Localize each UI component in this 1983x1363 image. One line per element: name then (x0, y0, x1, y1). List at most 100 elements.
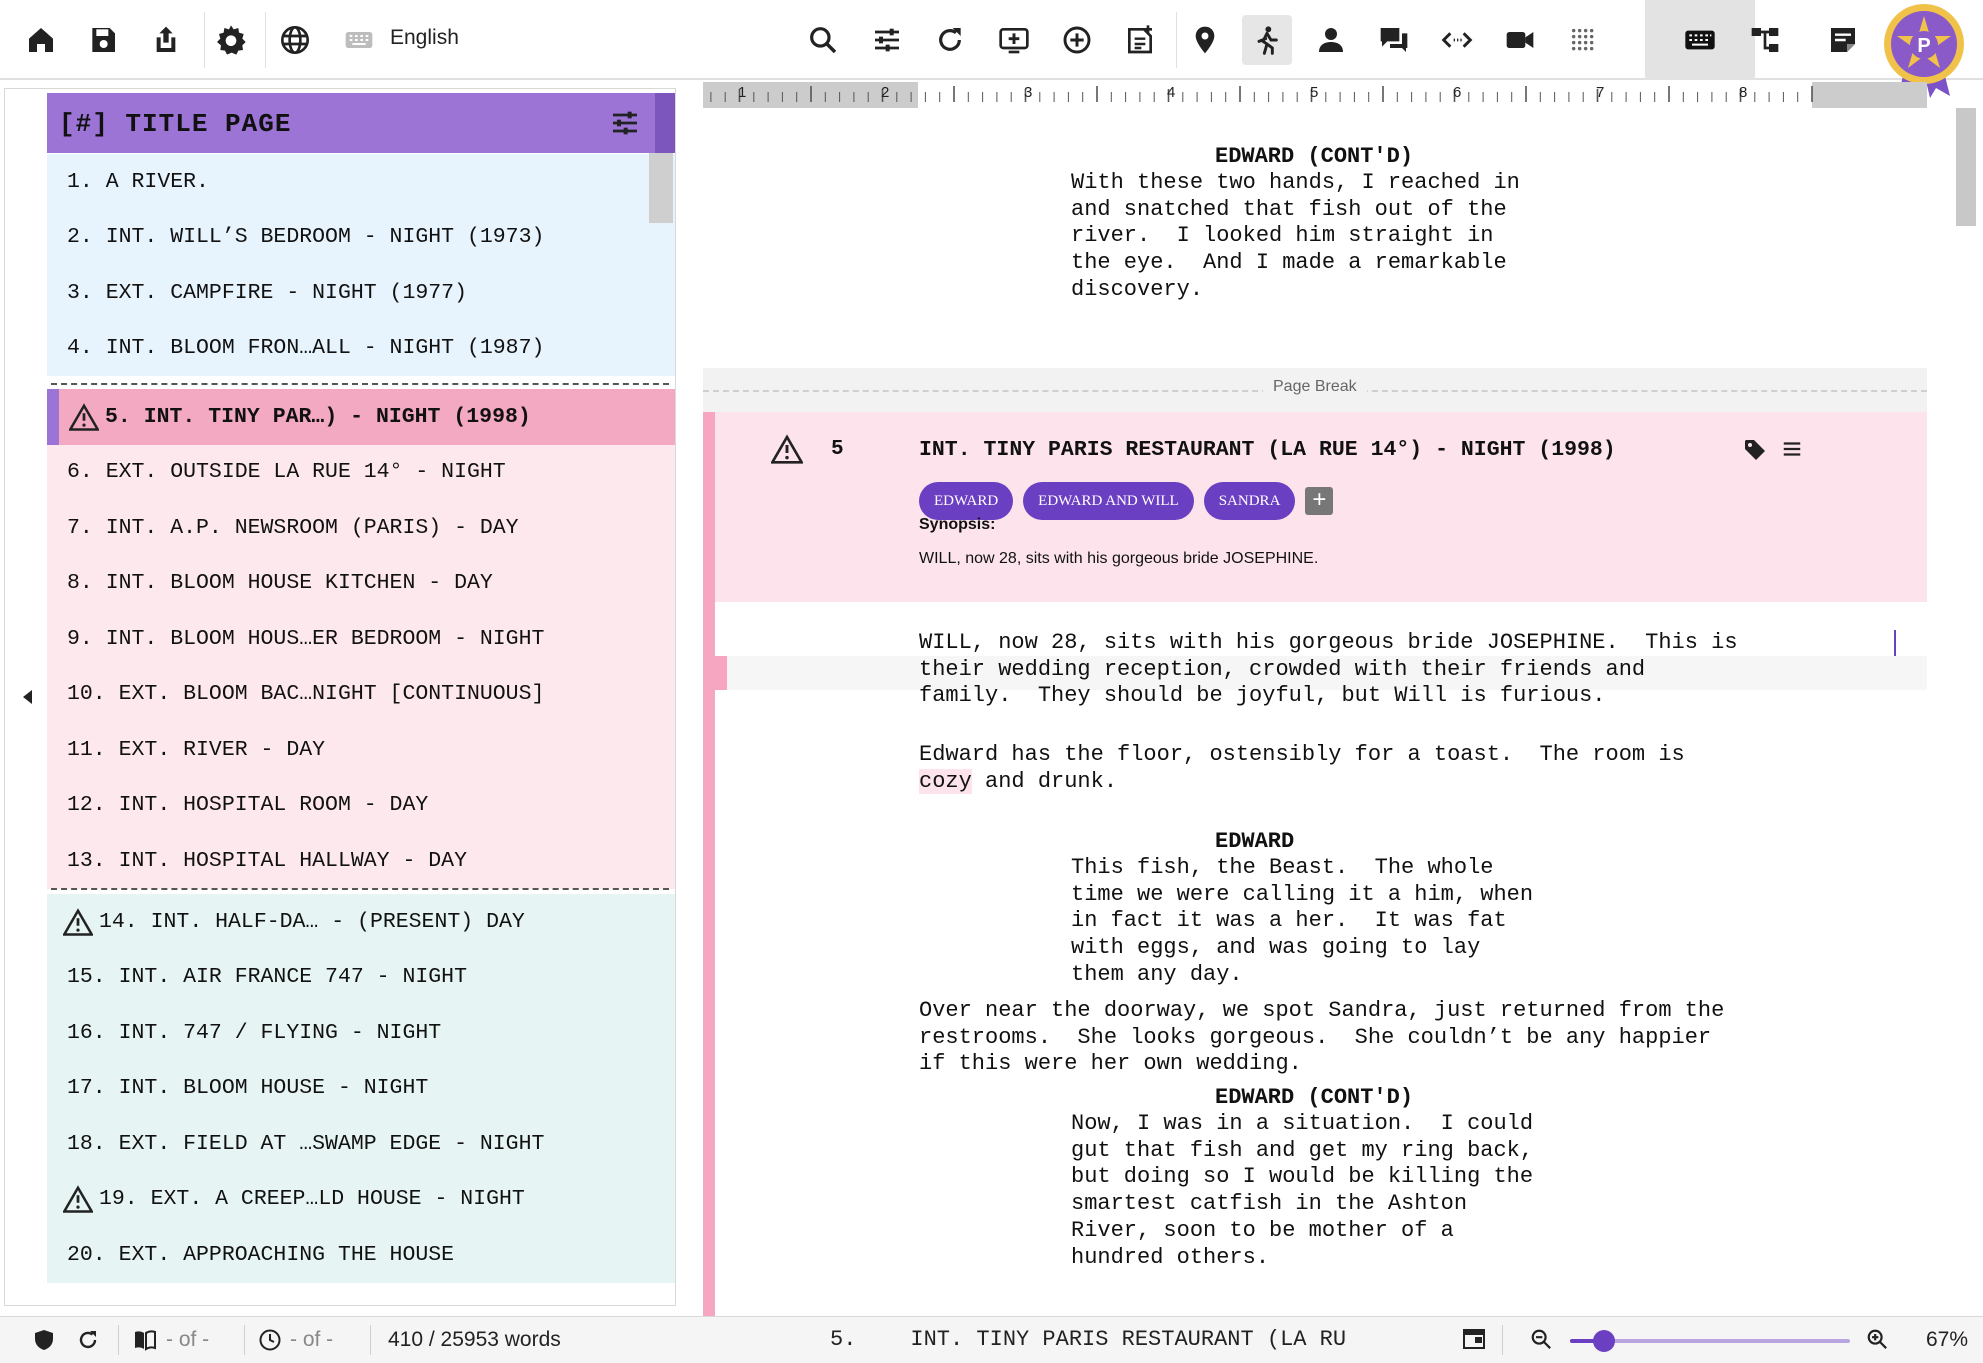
scene-item-label: 6. EXT. OUTSIDE LA RUE 14° - NIGHT (67, 460, 506, 485)
scene-item[interactable]: 7. INT. A.P. NEWSROOM (PARIS) - DAY (47, 500, 675, 556)
script-line: and snatched that fish out of the (1071, 196, 1507, 222)
scene-item-label: 2. INT. WILL’S BEDROOM - NIGHT (1973) (67, 225, 545, 250)
add-scene-icon[interactable] (989, 15, 1039, 65)
zoom-out-icon[interactable] (1530, 1328, 1552, 1350)
scene-item[interactable]: 11. EXT. RIVER - DAY (47, 722, 675, 778)
page-break-label: Page Break (1263, 378, 1367, 396)
character-chip[interactable]: SANDRA (1203, 482, 1296, 520)
collapse-panel-icon[interactable] (20, 688, 34, 706)
scene-item[interactable]: 12. INT. HOSPITAL ROOM - DAY (47, 778, 675, 834)
page-break: Page Break (703, 368, 1927, 412)
action-line: and drunk. (971, 768, 1118, 794)
scene-item-label: 19. EXT. A CREEP…LD HOUSE - NIGHT (99, 1187, 525, 1212)
character-name: EDWARD (CONT'D) (1215, 144, 1414, 169)
action-block[interactable]: Edward has the floor, ostensibly for a t… (919, 742, 1685, 795)
code-arrows-icon[interactable] (1432, 15, 1482, 65)
tree-structure-icon[interactable] (1740, 15, 1790, 65)
navigator-scrollbar-thumb[interactable] (649, 153, 673, 223)
dialogue-block[interactable]: This fish, the Beast. The whole time we w… (1071, 855, 1533, 989)
home-icon[interactable] (16, 15, 66, 65)
scene-item[interactable]: 5. INT. TINY PAR…) - NIGHT (1998) (47, 389, 675, 445)
scene-item[interactable]: 8. INT. BLOOM HOUSE KITCHEN - DAY (47, 556, 675, 612)
export-icon[interactable] (141, 15, 191, 65)
scene-heading[interactable]: INT. TINY PARIS RESTAURANT (LA RUE 14°) … (919, 438, 1616, 462)
scene-item[interactable]: 20. EXT. APPROACHING THE HOUSE (47, 1227, 675, 1283)
script-line: Over near the doorway, we spot Sandra, j… (919, 998, 1725, 1023)
add-character-button[interactable]: + (1305, 487, 1334, 515)
action-block[interactable]: WILL, now 28, sits with his gorgeous bri… (919, 630, 1738, 710)
action-block[interactable]: Over near the doorway, we spot Sandra, j… (919, 998, 1724, 1078)
sliders-icon[interactable] (862, 15, 912, 65)
script-line: their wedding reception, crowded with th… (919, 656, 1646, 682)
character-chip[interactable]: EDWARD AND WILL (1023, 482, 1194, 520)
scene-item[interactable]: 3. EXT. CAMPFIRE - NIGHT (1977) (47, 265, 675, 321)
avatar-letter: P (1917, 35, 1930, 57)
synopsis-label: Synopsis: (919, 516, 996, 533)
scene-item-label: 15. INT. AIR FRANCE 747 - NIGHT (67, 965, 467, 990)
scene-item[interactable]: 19. EXT. A CREEP…LD HOUSE - NIGHT (47, 1172, 675, 1228)
scene-item-label: 8. INT. BLOOM HOUSE KITCHEN - DAY (67, 571, 493, 596)
chat-icon[interactable] (1369, 15, 1419, 65)
title-page-header[interactable]: [#] TITLE PAGE (47, 93, 675, 153)
ruler-number: 5 (1310, 84, 1319, 101)
search-icon[interactable] (798, 15, 848, 65)
scene-navigator: [#] TITLE PAGE 1. A RIVER. 2. INT. WILL’S… (4, 88, 676, 1306)
navigator-scrollbar[interactable] (649, 153, 673, 1305)
scene-item[interactable]: 2. INT. WILL’S BEDROOM - NIGHT (1973) (47, 210, 675, 266)
current-scene-number: 5. (830, 1327, 857, 1352)
location-pin-icon[interactable] (1180, 15, 1230, 65)
scene-item[interactable]: 18. EXT. FIELD AT …SWAMP EDGE - NIGHT (47, 1116, 675, 1172)
person-icon[interactable] (1306, 15, 1356, 65)
scene-item-label: 5. INT. TINY PAR…) - NIGHT (1998) (105, 404, 531, 429)
menu-icon[interactable] (1781, 438, 1803, 460)
sync-icon[interactable] (76, 1328, 100, 1352)
keyboard-small-icon[interactable] (334, 15, 384, 65)
keyboard-icon[interactable] (1645, 0, 1755, 80)
scene-item-label: 11. EXT. RIVER - DAY (67, 737, 326, 762)
current-scene-indicator[interactable]: 5. INT. TINY PARIS RESTAURANT (LA RU (830, 1327, 1346, 1352)
scene-item-label: 4. INT. BLOOM FRON…ALL - NIGHT (1987) (67, 336, 545, 361)
script-editor[interactable]: EDWARD (CONT'D) With these two hands, I … (703, 108, 1927, 1316)
globe-icon[interactable] (270, 15, 320, 65)
filter-sliders-icon[interactable] (609, 107, 641, 139)
refresh-icon[interactable] (925, 15, 975, 65)
scene-item-label: 17. INT. BLOOM HOUSE - NIGHT (67, 1076, 429, 1101)
language-label[interactable]: English (390, 26, 459, 50)
scene-item[interactable]: 14. INT. HALF-DA… - (PRESENT) DAY (47, 894, 675, 950)
clock-icon (259, 1329, 281, 1351)
scene-item[interactable]: 15. INT. AIR FRANCE 747 - NIGHT (47, 950, 675, 1006)
title-page-label: [#] TITLE PAGE (59, 109, 292, 139)
synopsis-text[interactable]: WILL, now 28, sits with his gorgeous bri… (919, 550, 1318, 568)
dialogue-block[interactable]: Now, I was in a situation. I could gut th… (1071, 1111, 1533, 1271)
walking-figure-icon[interactable] (1242, 15, 1292, 65)
video-camera-icon[interactable] (1495, 15, 1545, 65)
warning-icon (69, 403, 99, 431)
zoom-slider[interactable] (1570, 1330, 1850, 1352)
window-icon[interactable] (1462, 1328, 1486, 1350)
scene-item[interactable]: 4. INT. BLOOM FRON…ALL - NIGHT (1987) (47, 321, 675, 377)
dot-grid-icon[interactable] (1558, 15, 1608, 65)
highlighted-word[interactable]: cozy (919, 768, 972, 794)
scene-item[interactable]: 16. INT. 747 / FLYING - NIGHT (47, 1005, 675, 1061)
scene-item[interactable]: 10. EXT. BLOOM BAC…NIGHT [CONTINUOUS] (47, 667, 675, 723)
sticky-note-icon[interactable] (1818, 15, 1868, 65)
zoom-in-icon[interactable] (1866, 1328, 1888, 1350)
shield-icon[interactable] (32, 1328, 56, 1352)
save-icon[interactable] (78, 15, 128, 65)
add-note-icon[interactable] (1115, 15, 1165, 65)
scene-item[interactable]: 6. EXT. OUTSIDE LA RUE 14° - NIGHT (47, 445, 675, 501)
current-scene-heading: INT. TINY PARIS RESTAURANT (LA RU (910, 1327, 1347, 1352)
ruler-number: 2 (881, 84, 890, 101)
scene-item[interactable]: 9. INT. BLOOM HOUS…ER BEDROOM - NIGHT (47, 611, 675, 667)
scene-item[interactable]: 1. A RIVER. (47, 154, 675, 210)
gear-icon[interactable] (206, 15, 256, 65)
tag-icon[interactable] (1743, 438, 1767, 462)
main-toolbar: English P (0, 0, 1983, 98)
character-chip[interactable]: EDWARD (919, 482, 1014, 520)
scene-item[interactable]: 13. INT. HOSPITAL HALLWAY - DAY (47, 833, 675, 889)
scene-card[interactable]: 5 INT. TINY PARIS RESTAURANT (LA RUE 14°… (703, 412, 1927, 602)
scene-item[interactable]: 17. INT. BLOOM HOUSE - NIGHT (47, 1061, 675, 1117)
add-circle-icon[interactable] (1052, 15, 1102, 65)
zoom-slider-knob[interactable] (1592, 1330, 1615, 1352)
editor-scrollbar-thumb[interactable] (1956, 108, 1976, 226)
